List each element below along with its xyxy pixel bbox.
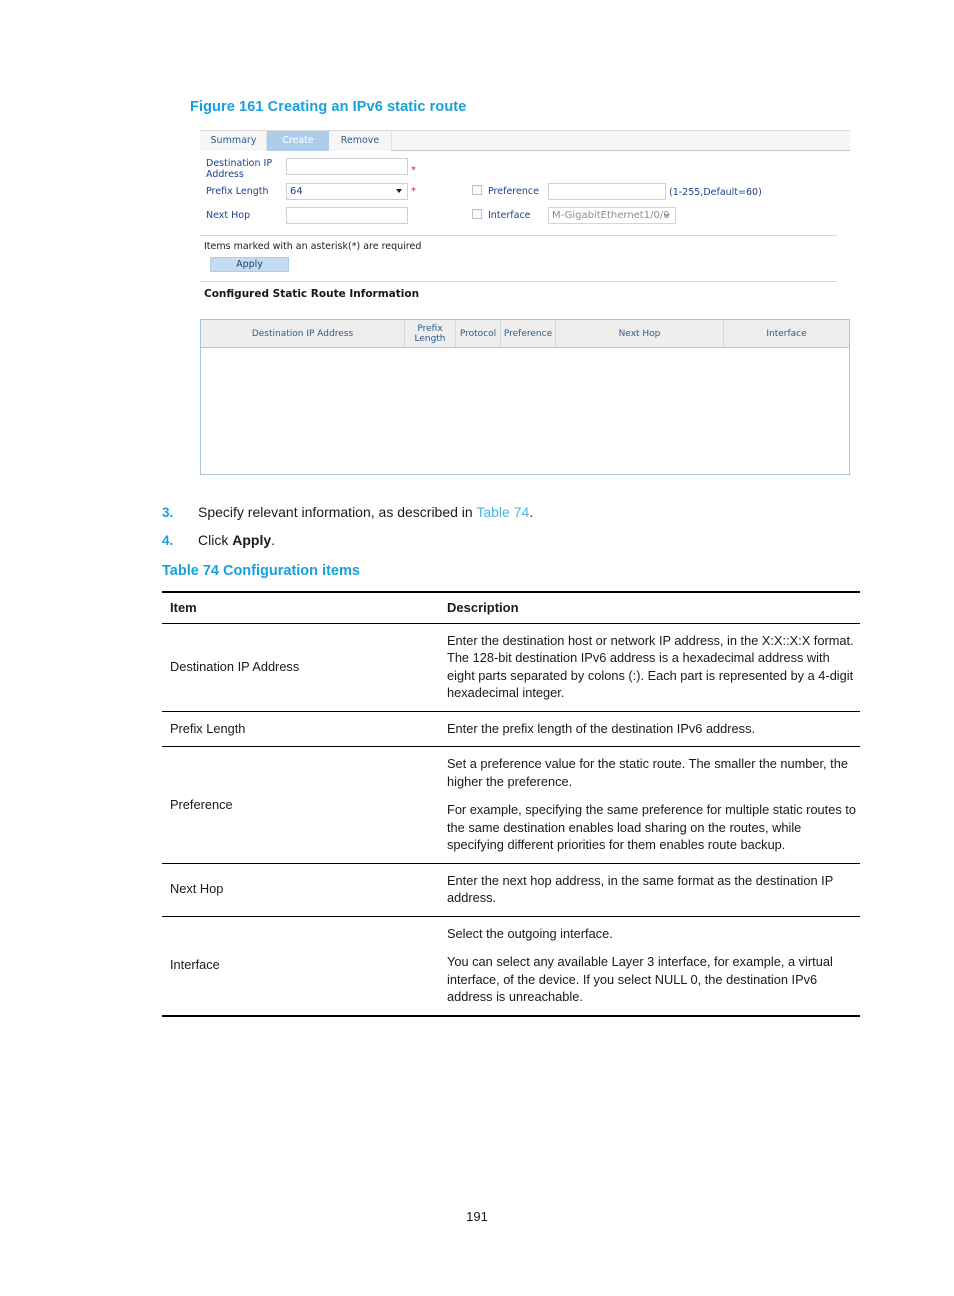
preference-checkbox-label: Preference [488,186,539,197]
description-paragraph: For example, specifying the same prefere… [447,802,856,852]
table-row: Destination IP Address Enter the destina… [162,623,860,711]
table-row: Next Hop Enter the next hop address, in … [162,863,860,916]
table-row: Prefix Length Enter the prefix length of… [162,711,860,747]
prefix-length-required-asterisk: * [411,186,416,197]
row-item-prefix-length: Prefix Length [170,720,246,736]
table-head: Item Description [162,592,860,623]
step-4-text-after: . [271,532,276,548]
description-paragraph: Set a preference value for the static ro… [447,756,848,789]
column-header-protocol: Protocol [456,320,501,347]
create-route-form: Destination IP Address * Prefix Length 6… [200,151,850,231]
step-4-number: 4. [162,533,174,548]
figure-caption: Figure 161 Creating an IPv6 static route [190,99,467,115]
step-4-text: Click Apply. [198,532,275,548]
next-hop-label: Next Hop [206,210,251,221]
section-divider [200,281,837,282]
header-description: Description [447,600,519,615]
step-3-text-after: . [529,504,534,520]
chevron-down-icon [664,214,670,217]
row-item-destination-ip-address: Destination IP Address [170,658,300,674]
configured-static-route-table: Destination IP Address Prefix Length Pro… [200,319,850,475]
row-description-preference: Set a preference value for the static ro… [439,747,860,864]
column-header-prefix-length-line1: Prefix [417,323,443,334]
preference-checkbox[interactable] [472,185,482,195]
row-item-interface: Interface [170,957,220,973]
tab-divider [266,132,267,151]
step-3-text-before: Specify relevant information, as describ… [198,504,477,520]
page-number: 191 [466,1209,488,1224]
prefix-length-select[interactable]: 64 [286,183,408,200]
apply-button[interactable]: Apply [210,257,289,272]
configuration-items-table: Item Description Destination IP Address … [162,591,860,1017]
table-row: Interface Select the outgoing interface.… [162,916,860,1016]
step-3-link-table-74[interactable]: Table 74 [476,504,529,520]
form-divider [200,235,837,236]
preference-range-hint: (1-255,Default=60) [669,187,762,198]
configured-routes-section-title: Configured Static Route Information [204,288,420,300]
description-paragraph: You can select any available Layer 3 int… [447,954,833,1004]
document-page: Figure 161 Creating an IPv6 static route… [0,0,954,1296]
prefix-length-label: Prefix Length [206,186,269,197]
chevron-down-icon [396,189,402,193]
table-header-row: Destination IP Address Prefix Length Pro… [201,320,849,348]
step-4-text-before: Click [198,532,233,548]
tab-divider [391,132,392,151]
next-hop-input[interactable] [286,207,408,224]
column-header-destination-ip: Destination IP Address [201,320,405,347]
row-description-prefix-length: Enter the prefix length of the destinati… [439,711,860,747]
column-header-interface: Interface [766,328,807,339]
row-description-next-hop: Enter the next hop address, in the same … [439,863,860,916]
tab-summary[interactable]: Summary [200,131,267,151]
preference-input[interactable] [548,183,666,200]
tab-remove[interactable]: Remove [329,131,391,151]
table-header-row: Item Description [162,592,860,623]
destination-ip-label-line1: Destination IP [206,158,273,169]
table-row: Preference Set a preference value for th… [162,747,860,864]
tab-bar: Summary Create Remove [200,130,850,151]
column-header-prefix-length: Prefix Length [405,320,456,347]
destination-ip-input[interactable] [286,158,408,175]
row-item-next-hop: Next Hop [170,881,224,897]
interface-checkbox[interactable] [472,209,482,219]
column-header-next-hop: Next Hop [556,320,724,347]
step-3-text: Specify relevant information, as describ… [198,504,533,520]
tab-create[interactable]: Create [267,131,329,151]
description-paragraph: Enter the destination host or network IP… [447,632,854,701]
destination-ip-required-asterisk: * [411,165,416,176]
row-description-destination-ip-address: Enter the destination host or network IP… [439,623,860,711]
description-paragraph: Select the outgoing interface. [447,925,613,941]
destination-ip-label-line2: Address [206,169,244,180]
description-paragraph: Enter the next hop address, in the same … [447,872,834,906]
step-4-bold-apply: Apply [232,532,272,548]
interface-select[interactable]: M-GigabitEthernet1/0/0 [548,207,676,224]
description-paragraph: Enter the prefix length of the destinati… [447,720,756,736]
table-caption: Table 74 Configuration items [162,563,360,579]
row-description-interface: Select the outgoing interface. You can s… [439,916,860,1016]
step-3-number: 3. [162,505,174,520]
required-fields-note: Items marked with an asterisk(*) are req… [204,241,422,252]
interface-checkbox-label: Interface [488,210,531,221]
table-body: Destination IP Address Enter the destina… [162,623,860,1016]
column-header-prefix-length-line2: Length [414,333,446,344]
row-item-preference: Preference [170,796,233,812]
app-screenshot: Summary Create Remove Destination IP Add… [200,130,850,475]
column-header-preference: Preference [501,320,556,347]
header-item: Item [170,600,197,615]
